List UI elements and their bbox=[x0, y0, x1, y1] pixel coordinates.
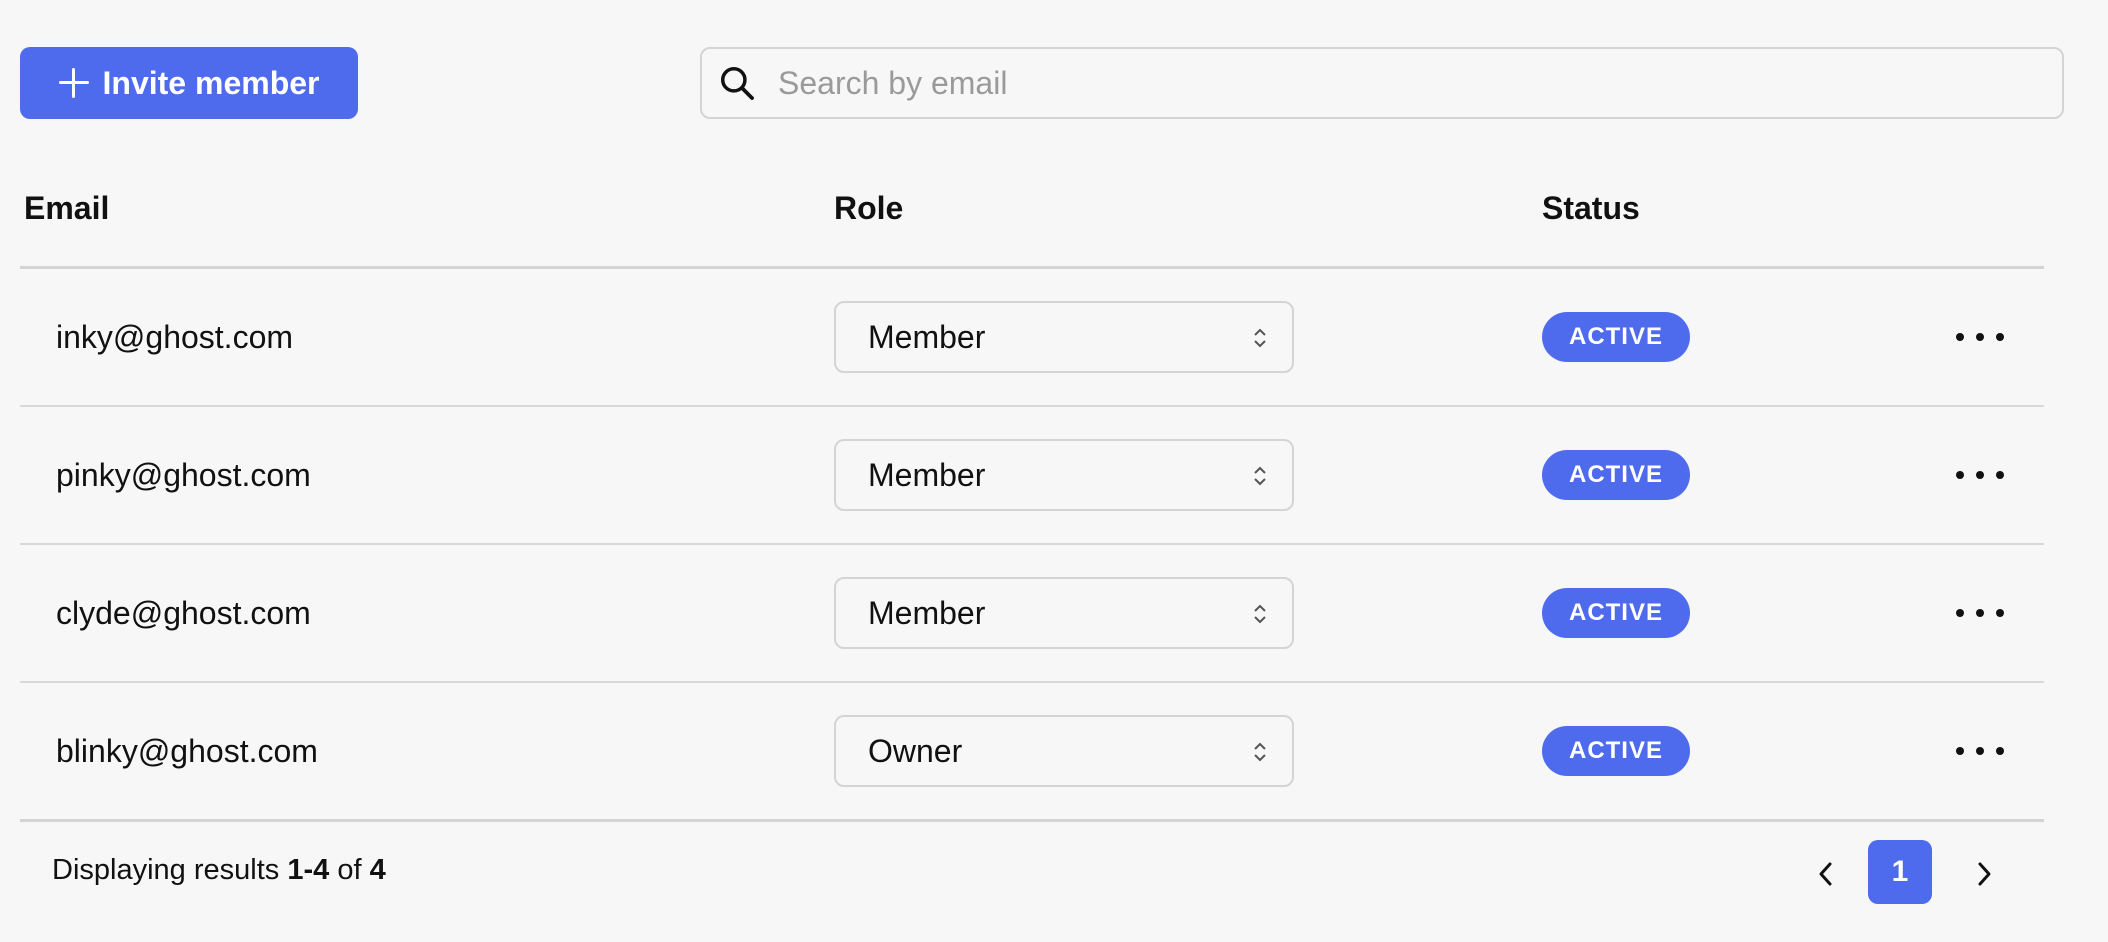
status-badge: ACTIVE bbox=[1542, 450, 1690, 500]
status-badge: ACTIVE bbox=[1542, 726, 1690, 776]
table-footer: Displaying results 1-4 of 4 1 bbox=[20, 822, 2044, 922]
previous-page-button[interactable] bbox=[1806, 850, 1846, 898]
role-column-header: Role bbox=[834, 190, 904, 226]
more-horizontal-icon-dot bbox=[1996, 333, 2004, 341]
chevron-up-down-icon bbox=[1254, 604, 1266, 624]
status-column-header: Status bbox=[1542, 190, 1640, 226]
results-prefix: Displaying results bbox=[52, 854, 280, 886]
more-horizontal-icon-dot bbox=[1976, 333, 1984, 341]
search-input[interactable] bbox=[776, 63, 2062, 103]
role-select[interactable]: Member bbox=[834, 301, 1294, 373]
table-row: blinky@ghost.com Owner ACTIVE bbox=[20, 683, 2044, 822]
invite-member-button[interactable]: Invite member bbox=[20, 47, 358, 119]
results-total: 4 bbox=[369, 854, 386, 886]
more-horizontal-icon bbox=[1956, 609, 1964, 617]
page-1-button[interactable]: 1 bbox=[1868, 840, 1932, 904]
role-select-value: Member bbox=[868, 456, 986, 493]
more-horizontal-icon bbox=[1956, 333, 1964, 341]
more-horizontal-icon bbox=[1956, 747, 1964, 755]
more-horizontal-icon bbox=[1956, 471, 1964, 479]
search-icon bbox=[721, 67, 754, 100]
role-select[interactable]: Member bbox=[834, 439, 1294, 511]
results-summary: Displaying results 1-4 of 4 bbox=[52, 854, 386, 887]
row-actions-button[interactable] bbox=[1956, 731, 2004, 771]
more-horizontal-icon-dot bbox=[1976, 471, 1984, 479]
chevron-left-icon bbox=[1819, 862, 1832, 886]
chevron-up-down-icon bbox=[1254, 742, 1266, 762]
row-actions-button[interactable] bbox=[1956, 455, 2004, 495]
toolbar: Invite member bbox=[20, 47, 2064, 119]
row-actions-button[interactable] bbox=[1956, 593, 2004, 633]
more-horizontal-icon-dot bbox=[1976, 747, 1984, 755]
role-select[interactable]: Owner bbox=[834, 715, 1294, 787]
chevron-up-down-icon bbox=[1254, 328, 1266, 348]
email-column-header: Email bbox=[24, 190, 110, 226]
table-row: inky@ghost.com Member ACTIVE bbox=[20, 269, 2044, 407]
table-row: pinky@ghost.com Member ACTIVE bbox=[20, 407, 2044, 545]
member-email: clyde@ghost.com bbox=[56, 594, 311, 631]
results-of: of bbox=[337, 854, 362, 886]
role-select-value: Member bbox=[868, 594, 986, 631]
status-badge: ACTIVE bbox=[1542, 588, 1690, 638]
more-horizontal-icon-dot bbox=[1996, 471, 2004, 479]
role-select-value: Member bbox=[868, 318, 986, 355]
search-box[interactable] bbox=[700, 47, 2064, 119]
table-row: clyde@ghost.com Member ACTIVE bbox=[20, 545, 2044, 683]
table-header: Email Role Status bbox=[20, 160, 2044, 269]
member-email: blinky@ghost.com bbox=[56, 732, 318, 769]
results-range: 1-4 bbox=[287, 854, 330, 886]
plus-icon bbox=[58, 68, 89, 98]
role-select-value: Owner bbox=[868, 732, 963, 769]
status-badge: ACTIVE bbox=[1542, 312, 1690, 362]
row-actions-button[interactable] bbox=[1956, 317, 2004, 357]
more-horizontal-icon-dot bbox=[1996, 609, 2004, 617]
role-select[interactable]: Member bbox=[834, 577, 1294, 649]
next-page-button[interactable] bbox=[1964, 850, 2004, 898]
more-horizontal-icon-dot bbox=[1976, 609, 1984, 617]
invite-member-label: Invite member bbox=[102, 64, 320, 101]
members-table: Email Role Status inky@ghost.com Member … bbox=[20, 160, 2044, 922]
chevron-up-down-icon bbox=[1254, 466, 1266, 486]
more-horizontal-icon-dot bbox=[1996, 747, 2004, 755]
chevron-right-icon bbox=[1978, 862, 1991, 886]
member-email: inky@ghost.com bbox=[56, 318, 294, 355]
member-email: pinky@ghost.com bbox=[56, 456, 311, 493]
